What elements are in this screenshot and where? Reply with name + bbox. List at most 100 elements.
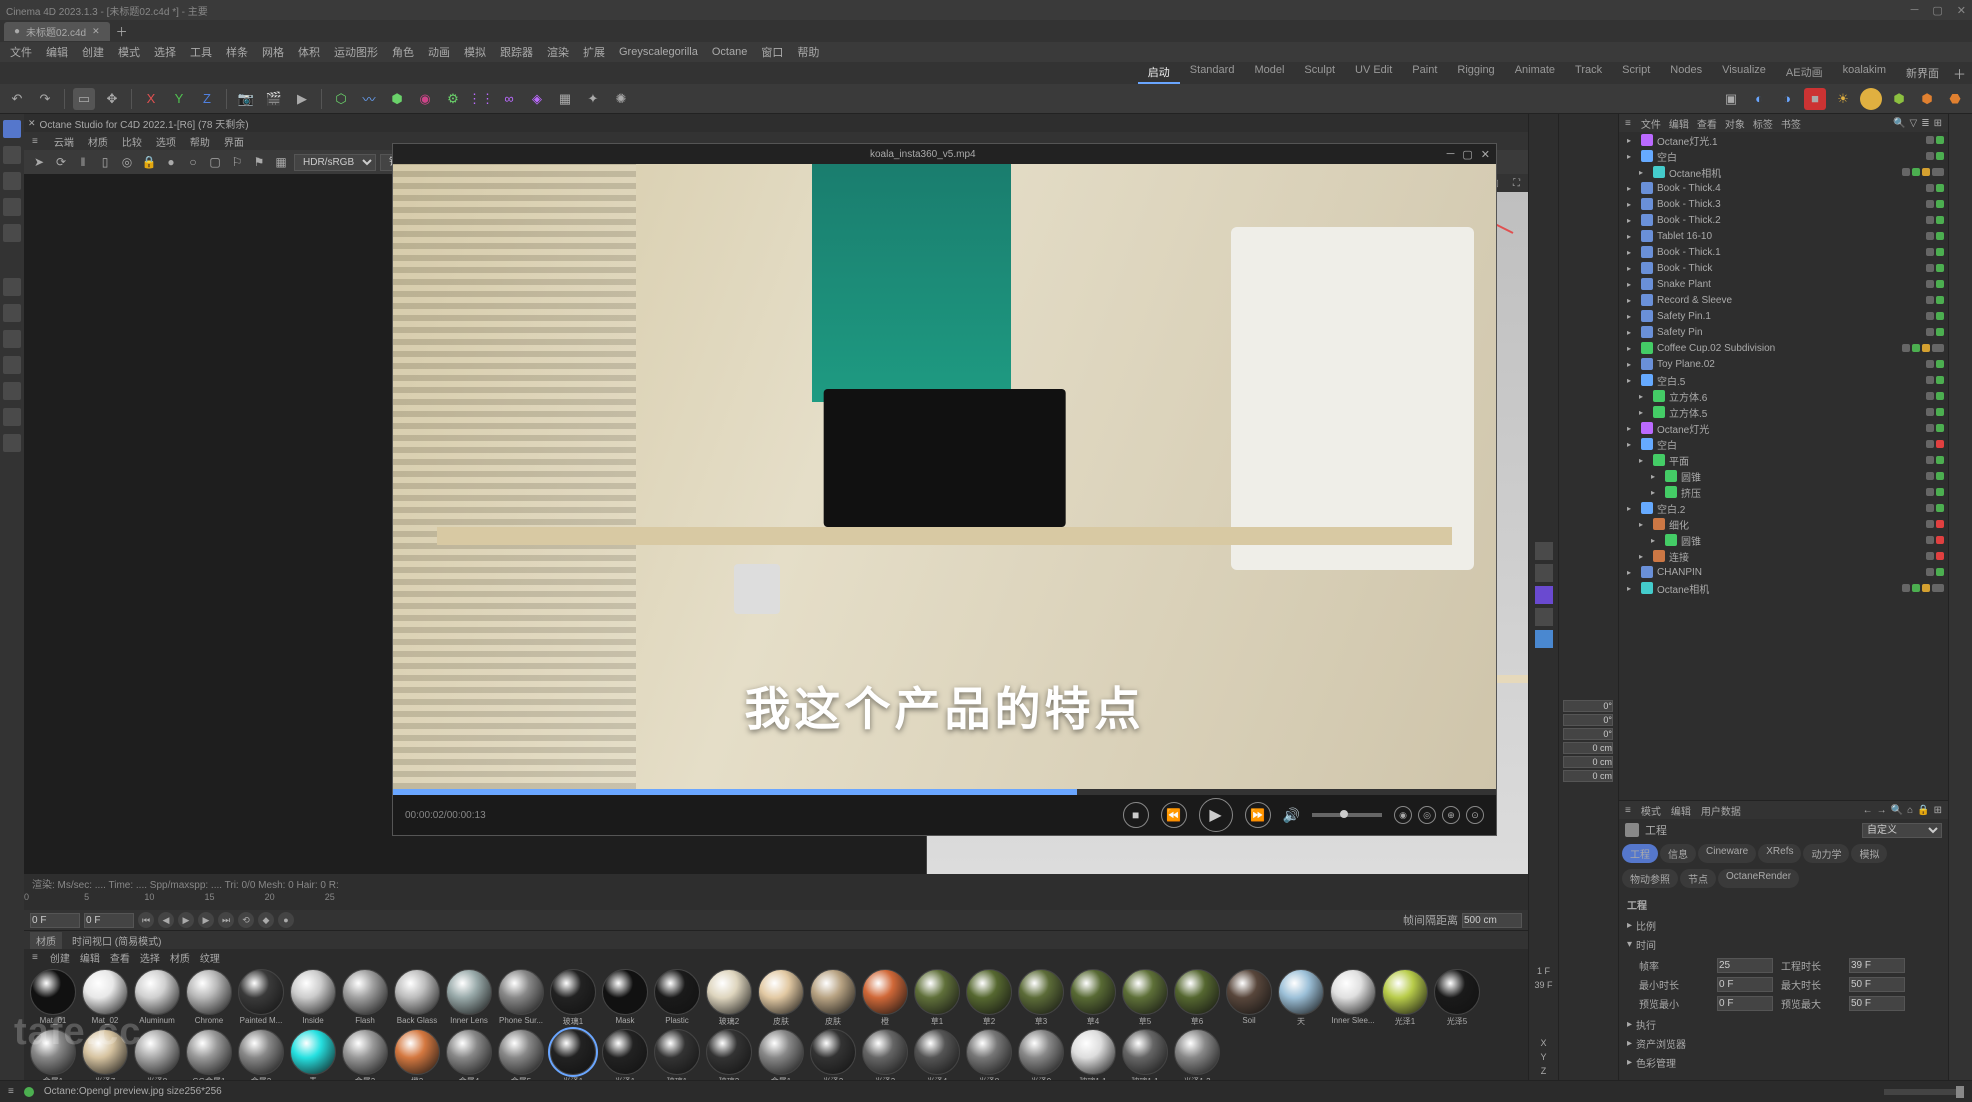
- object-row[interactable]: ▸立方体.6: [1619, 388, 1948, 404]
- render-icon[interactable]: ▶: [291, 88, 313, 110]
- menu-item[interactable]: 体积: [298, 44, 320, 60]
- material-ball[interactable]: 皮肤: [808, 969, 858, 1027]
- octane-menu-item[interactable]: 界面: [224, 138, 244, 149]
- grid-mode-icon[interactable]: [3, 382, 21, 400]
- attr-tab[interactable]: XRefs: [1758, 844, 1801, 863]
- material-ball[interactable]: Mask: [600, 969, 650, 1027]
- video-min-icon[interactable]: ─: [1447, 148, 1455, 161]
- object-row[interactable]: ▸空白: [1619, 436, 1948, 452]
- material-ball[interactable]: 光泽4: [912, 1029, 962, 1080]
- t-icon-3[interactable]: [1535, 586, 1553, 604]
- axis-mode-icon[interactable]: [3, 278, 21, 296]
- tc-last-icon[interactable]: ⏭: [218, 912, 234, 928]
- material-ball[interactable]: 金属2: [236, 1029, 286, 1080]
- menu-item[interactable]: 文件: [10, 44, 32, 60]
- attr-search-icon[interactable]: 🔍: [1891, 805, 1903, 816]
- z-axis[interactable]: Z: [196, 88, 218, 110]
- object-row[interactable]: ▸圆锥: [1619, 532, 1948, 548]
- lock-icon[interactable]: 🔒: [140, 153, 158, 171]
- attr-lock-icon[interactable]: 🔒: [1917, 805, 1929, 816]
- attr-sect-color[interactable]: ▸ 色彩管理: [1627, 1055, 1940, 1070]
- redo-icon[interactable]: ↷: [34, 88, 56, 110]
- object-row[interactable]: ▸空白.5: [1619, 372, 1948, 388]
- menu-item[interactable]: 帮助: [797, 44, 819, 60]
- point-mode-icon[interactable]: [3, 172, 21, 190]
- status-hamburger-icon[interactable]: ≡: [8, 1086, 14, 1097]
- sun2-icon[interactable]: [1860, 88, 1882, 110]
- menu-item[interactable]: 扩展: [583, 44, 605, 60]
- object-row[interactable]: ▸Toy Plane.02: [1619, 356, 1948, 372]
- layout-tab[interactable]: Model: [1244, 62, 1294, 84]
- object-row[interactable]: ▸连接: [1619, 548, 1948, 564]
- material-ball[interactable]: 玻璃1: [548, 969, 598, 1027]
- object-row[interactable]: ▸Safety Pin.1: [1619, 308, 1948, 324]
- attr-hamburger-icon[interactable]: ≡: [1625, 805, 1631, 816]
- object-row[interactable]: ▸Book - Thick.3: [1619, 196, 1948, 212]
- material-ball[interactable]: Soil: [1224, 969, 1274, 1027]
- rot-b[interactable]: [1563, 728, 1613, 740]
- menu-item[interactable]: 选择: [154, 44, 176, 60]
- light-icon[interactable]: ✺: [610, 88, 632, 110]
- object-row[interactable]: ▸挤压: [1619, 484, 1948, 500]
- video-stop-icon[interactable]: ■: [1123, 802, 1149, 828]
- sel-icon[interactable]: ▢: [206, 153, 224, 171]
- pos-y[interactable]: [1563, 756, 1613, 768]
- material-ball[interactable]: 橙2: [392, 1029, 442, 1080]
- x-axis[interactable]: X: [140, 88, 162, 110]
- material-ball[interactable]: 光泽1: [600, 1029, 650, 1080]
- material-ball[interactable]: 玻璃1.1: [1068, 1029, 1118, 1080]
- menu-item[interactable]: 工具: [190, 44, 212, 60]
- octane-menu-item[interactable]: 材质: [88, 138, 108, 149]
- layout-tab[interactable]: AE动画: [1776, 62, 1833, 84]
- y-axis[interactable]: Y: [168, 88, 190, 110]
- material-ball[interactable]: 皮肤: [756, 969, 806, 1027]
- object-row[interactable]: ▸CHANPIN: [1619, 564, 1948, 580]
- menu-item[interactable]: Octane: [712, 46, 747, 58]
- generator-icon[interactable]: ⬢: [386, 88, 408, 110]
- mat-menu-item[interactable]: 纹理: [200, 954, 220, 965]
- maximize-icon[interactable]: ▢: [1932, 4, 1942, 17]
- hex-mode-icon[interactable]: [3, 304, 21, 322]
- layout-tab[interactable]: Nodes: [1660, 62, 1712, 84]
- pos-z[interactable]: [1563, 770, 1613, 782]
- material-ball[interactable]: 青: [288, 1029, 338, 1080]
- attr-sect-time[interactable]: ▾ 时间: [1627, 937, 1940, 952]
- ring-icon[interactable]: ○: [184, 153, 202, 171]
- material-ball[interactable]: Plastic: [652, 969, 702, 1027]
- material-ball[interactable]: 光泽2: [808, 1029, 858, 1080]
- menu-item[interactable]: 动画: [428, 44, 450, 60]
- object-list[interactable]: ▸Octane灯光.1▸空白▸Octane相机▸Book - Thick.4▸B…: [1619, 132, 1948, 800]
- attr-tab[interactable]: 动力学: [1803, 844, 1849, 863]
- vp-max-icon[interactable]: ⛶: [1513, 178, 1520, 189]
- material-ball[interactable]: 草4: [1068, 969, 1118, 1027]
- redsquare-icon[interactable]: ■: [1804, 88, 1826, 110]
- gear-icon[interactable]: ⚙: [442, 88, 464, 110]
- layout-tab[interactable]: Rigging: [1447, 62, 1504, 84]
- magnet-icon[interactable]: [3, 356, 21, 374]
- material-ball[interactable]: Inner Slee...: [1328, 969, 1378, 1027]
- mat-menu-item[interactable]: 查看: [110, 954, 130, 965]
- status-slider[interactable]: [1884, 1089, 1964, 1095]
- object-row[interactable]: ▸空白: [1619, 148, 1948, 164]
- filter-icon[interactable]: ▽: [1910, 118, 1918, 129]
- material-ball[interactable]: 草5: [1120, 969, 1170, 1027]
- material-ball[interactable]: 光泽1: [548, 1029, 598, 1080]
- octane-menu-item[interactable]: 选项: [156, 138, 176, 149]
- object-row[interactable]: ▸细化: [1619, 516, 1948, 532]
- material-ball[interactable]: 玻璃2: [704, 969, 754, 1027]
- tc-key-icon[interactable]: ◆: [258, 912, 274, 928]
- vr-icon-4[interactable]: ⊙: [1466, 806, 1484, 824]
- close-icon[interactable]: ✕: [1957, 4, 1966, 17]
- video-rewind-icon[interactable]: ⏪: [1161, 802, 1187, 828]
- material-ball[interactable]: GG金属1: [184, 1029, 234, 1080]
- attr-mode[interactable]: 模式: [1641, 803, 1661, 818]
- attr-input[interactable]: [1717, 958, 1773, 973]
- grid-icon-2[interactable]: ▦: [272, 153, 290, 171]
- attr-tab[interactable]: OctaneRender: [1718, 869, 1799, 888]
- objmgr-menu-item[interactable]: 书签: [1781, 120, 1801, 131]
- material-ball[interactable]: 光泽1: [1380, 969, 1430, 1027]
- material-ball[interactable]: 草1: [912, 969, 962, 1027]
- move-icon[interactable]: ✥: [101, 88, 123, 110]
- material-ball[interactable]: 光泽5: [1432, 969, 1482, 1027]
- object-row[interactable]: ▸Book - Thick: [1619, 260, 1948, 276]
